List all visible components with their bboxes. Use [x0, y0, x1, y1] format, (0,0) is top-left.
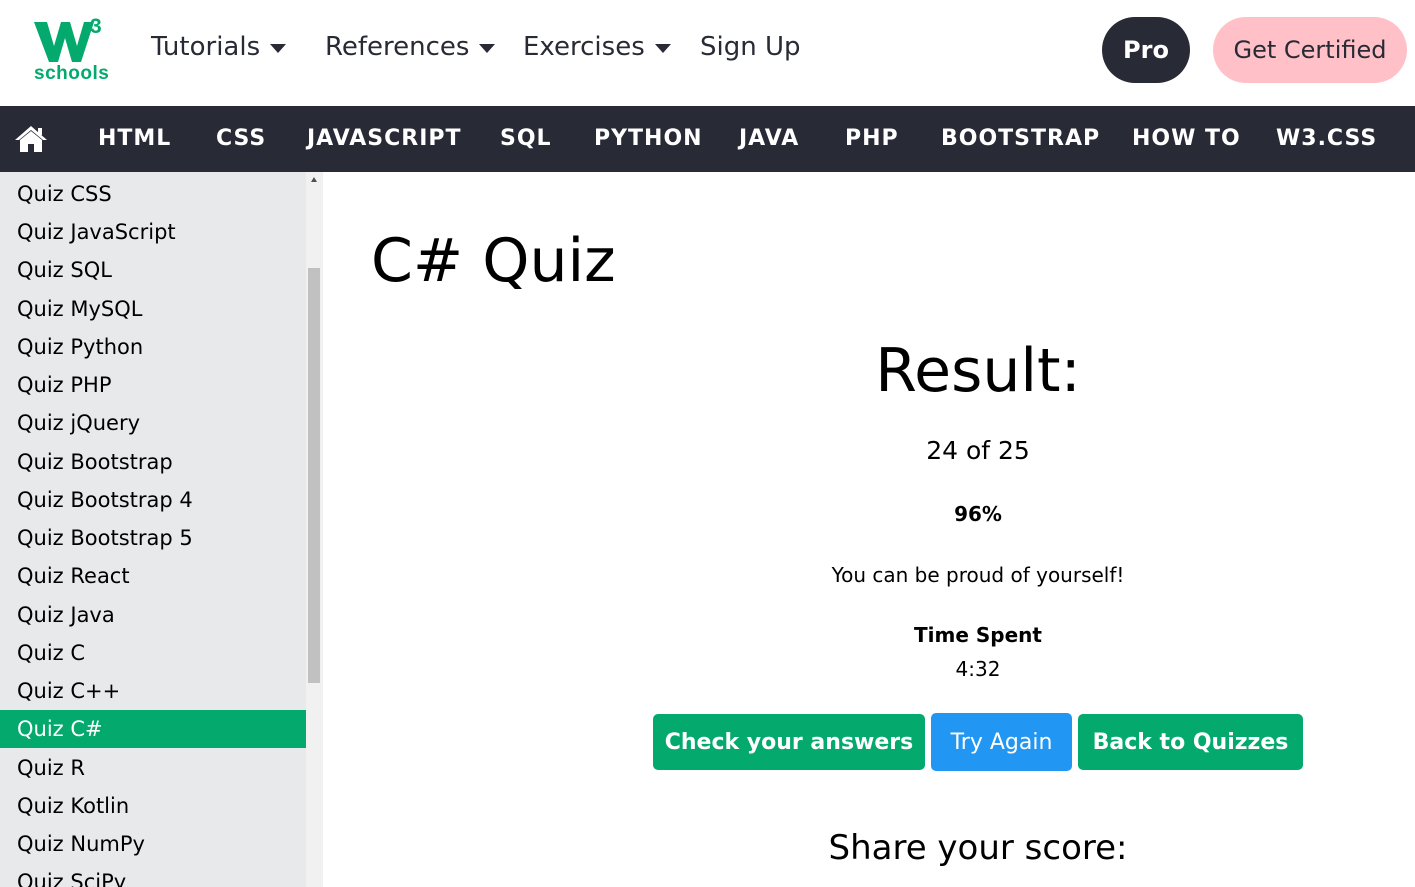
sidebar-item-quiz-kotlin[interactable]: Quiz Kotlin — [0, 787, 306, 825]
pro-button[interactable]: Pro — [1102, 17, 1190, 83]
sidebar-item-quiz-scipy[interactable]: Quiz SciPy — [0, 863, 306, 887]
w3schools-logo[interactable]: 3 schools — [32, 15, 110, 86]
score-percent: 96% — [954, 502, 1002, 526]
score-text: 24 of 25 — [926, 436, 1030, 465]
nav-bootstrap[interactable]: BOOTSTRAP — [941, 126, 1100, 151]
sign-up-label: Sign Up — [700, 32, 801, 62]
nav-php[interactable]: PHP — [845, 126, 899, 151]
get-certified-button[interactable]: Get Certified — [1213, 17, 1407, 83]
nav-sql[interactable]: SQL — [500, 126, 552, 151]
sidebar-item-quiz-mysql[interactable]: Quiz MySQL — [0, 290, 306, 328]
sidebar-item-quiz-bootstrap-5[interactable]: Quiz Bootstrap 5 — [0, 519, 306, 557]
sidebar-item-quiz-java[interactable]: Quiz Java — [0, 596, 306, 634]
sidebar-item-quiz-c[interactable]: Quiz C — [0, 634, 306, 672]
sidebar-item-quiz-bootstrap[interactable]: Quiz Bootstrap — [0, 443, 306, 481]
result-heading: Result: — [875, 336, 1081, 406]
quiz-sidebar: Quiz CSS Quiz JavaScript Quiz SQL Quiz M… — [0, 172, 306, 887]
nav-w3css[interactable]: W3.CSS — [1276, 126, 1377, 151]
tutorials-menu[interactable]: Tutorials — [151, 32, 287, 62]
sign-up-link[interactable]: Sign Up — [700, 32, 801, 62]
caret-down-icon — [654, 43, 671, 53]
logo-wordmark: schools — [34, 63, 110, 84]
sidebar-item-quiz-php[interactable]: Quiz PHP — [0, 366, 306, 404]
exercises-label: Exercises — [523, 32, 645, 62]
logo-superscript: 3 — [90, 15, 102, 38]
home-icon[interactable] — [14, 125, 48, 153]
back-to-quizzes-button[interactable]: Back to Quizzes — [1078, 714, 1303, 770]
sidebar-item-quiz-jquery[interactable]: Quiz jQuery — [0, 404, 306, 442]
references-menu[interactable]: References — [325, 32, 496, 62]
sidebar-item-quiz-python[interactable]: Quiz Python — [0, 328, 306, 366]
top-header: 3 schools Tutorials References Exercises… — [0, 0, 1415, 106]
sidebar-item-quiz-react[interactable]: Quiz React — [0, 557, 306, 595]
exercises-menu[interactable]: Exercises — [523, 32, 671, 62]
try-again-button[interactable]: Try Again — [931, 713, 1072, 771]
nav-css[interactable]: CSS — [216, 126, 266, 151]
tutorials-label: Tutorials — [151, 32, 261, 62]
sidebar-item-quiz-cpp[interactable]: Quiz C++ — [0, 672, 306, 710]
sidebar-item-quiz-javascript[interactable]: Quiz JavaScript — [0, 213, 306, 251]
caret-down-icon — [270, 43, 287, 53]
main-content: C# Quiz Result: 24 of 25 96% You can be … — [323, 172, 1415, 887]
sidebar-item-quiz-r[interactable]: Quiz R — [0, 749, 306, 787]
page-title: C# Quiz — [371, 226, 616, 296]
nav-python[interactable]: PYTHON — [594, 126, 703, 151]
share-score-heading: Share your score: — [828, 828, 1128, 868]
references-label: References — [325, 32, 470, 62]
check-answers-button[interactable]: Check your answers — [653, 714, 925, 770]
nav-java[interactable]: JAVA — [739, 126, 799, 151]
sidebar-item-quiz-csharp[interactable]: Quiz C# — [0, 710, 306, 748]
time-spent-label: Time Spent — [914, 623, 1042, 647]
nav-html[interactable]: HTML — [98, 126, 171, 151]
time-spent-value: 4:32 — [955, 657, 1001, 681]
result-message: You can be proud of yourself! — [831, 563, 1125, 587]
sidebar-item-quiz-css[interactable]: Quiz CSS — [0, 175, 306, 213]
sidebar-scrollbar[interactable] — [306, 172, 323, 887]
caret-down-icon — [479, 43, 496, 53]
scrollbar-thumb[interactable] — [308, 268, 320, 683]
scroll-up-arrow-icon[interactable] — [311, 177, 317, 182]
nav-javascript[interactable]: JAVASCRIPT — [307, 126, 462, 151]
sidebar-item-quiz-bootstrap-4[interactable]: Quiz Bootstrap 4 — [0, 481, 306, 519]
sidebar-item-quiz-sql[interactable]: Quiz SQL — [0, 251, 306, 289]
nav-how-to[interactable]: HOW TO — [1132, 126, 1241, 151]
sidebar-item-quiz-numpy[interactable]: Quiz NumPy — [0, 825, 306, 863]
main-navbar: HTML CSS JAVASCRIPT SQL PYTHON JAVA PHP … — [0, 106, 1415, 172]
w3-logo-mark — [34, 22, 94, 62]
